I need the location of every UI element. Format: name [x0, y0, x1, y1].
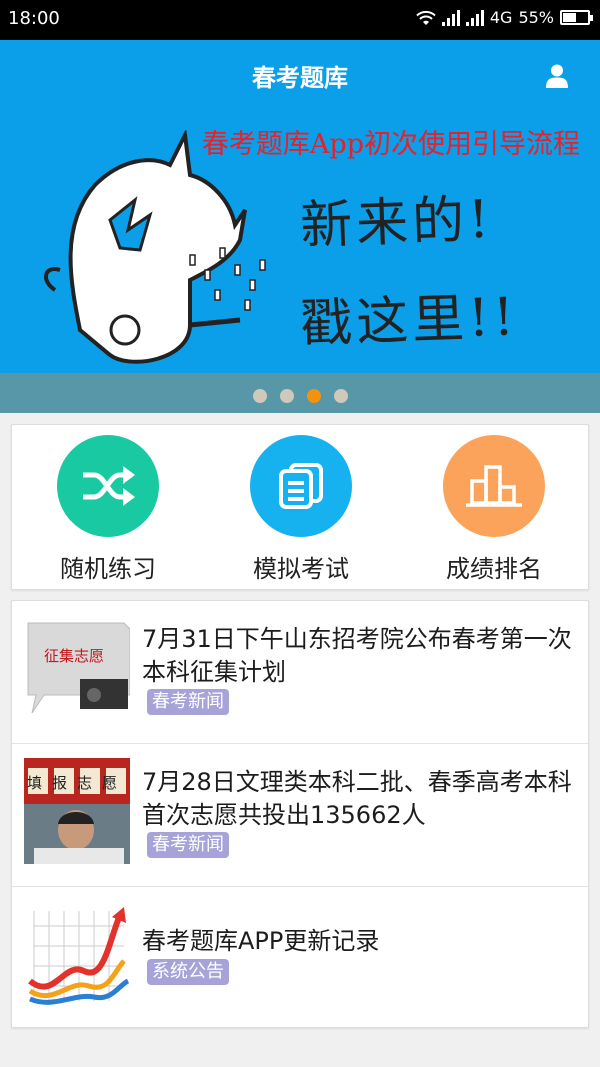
battery-percent: 55% — [518, 8, 554, 27]
cartoon-cat-illustration — [44, 130, 266, 364]
carousel-indicator-bar — [0, 373, 600, 413]
status-bar: 18:00 4G 55% — [0, 0, 600, 40]
thumb-text: 填报志愿 — [27, 774, 127, 792]
news-title: 7月31日下午山东招考院公布春考第一次本科征集计划 — [142, 625, 572, 686]
page-title: 春考题库 — [252, 64, 348, 92]
growth-chart-thumbnail — [24, 901, 130, 1007]
quick-actions-card: 随机练习 模拟考试 成绩排名 — [11, 424, 589, 590]
random-practice-circle — [57, 435, 159, 537]
signal-icon — [465, 9, 484, 26]
news-tag: 春考新闻 — [147, 832, 229, 858]
score-ranking-circle — [443, 435, 545, 537]
ranking-icon — [466, 465, 522, 507]
mock-exam-button[interactable]: 模拟考试 — [221, 435, 381, 584]
banner-headline: 新来的! — [299, 189, 495, 257]
list-item[interactable]: 春考题库APP更新记录 系统公告 — [12, 887, 590, 1030]
carousel-dots — [0, 389, 600, 403]
news-tag: 春考新闻 — [147, 689, 229, 715]
score-ranking-button[interactable]: 成绩排名 — [414, 435, 574, 584]
mock-exam-circle — [250, 435, 352, 537]
mock-exam-label: 模拟考试 — [253, 555, 349, 583]
app-bar: 春考题库 — [0, 40, 600, 110]
news-tag: 系统公告 — [147, 959, 229, 985]
paper-stack-icon — [279, 463, 323, 509]
carousel-dot[interactable] — [279, 389, 294, 403]
user-icon[interactable] — [546, 64, 568, 88]
banner-carousel[interactable]: 春考题库App初次使用引导流程 新来的! 戳这里!! — [0, 110, 600, 373]
list-item[interactable]: 征集志愿 7月31日下午山东招考院公布春考第一次本科征集计划 春考新闻 — [12, 601, 590, 744]
status-indicators: 4G 55% — [416, 8, 593, 27]
news-thumbnail: 填报志愿 — [24, 758, 130, 864]
wifi-icon — [416, 10, 436, 25]
news-title: 春考题库APP更新记录 — [142, 927, 380, 955]
signal-icon — [441, 9, 460, 26]
battery-icon — [560, 10, 593, 25]
random-practice-label: 随机练习 — [60, 555, 156, 583]
news-thumbnail: 征集志愿 — [24, 615, 130, 721]
carousel-dot[interactable] — [306, 389, 321, 403]
news-list: 征集志愿 7月31日下午山东招考院公布春考第一次本科征集计划 春考新闻 填报志愿… — [11, 600, 590, 1030]
banner-subheadline: 戳这里!! — [299, 287, 519, 355]
thumb-text: 征集志愿 — [44, 647, 104, 665]
score-ranking-label: 成绩排名 — [446, 555, 542, 583]
random-practice-button[interactable]: 随机练习 — [28, 435, 188, 584]
shuffle-icon — [83, 466, 135, 506]
status-time: 18:00 — [8, 8, 60, 29]
list-item[interactable]: 填报志愿 7月28日文理类本科二批、春季高考本科首次志愿共投出135662人 春… — [12, 744, 590, 887]
network-type: 4G — [489, 8, 513, 27]
carousel-dot[interactable] — [333, 389, 348, 403]
banner-caption: 春考题库App初次使用引导流程 — [201, 129, 580, 160]
news-title: 7月28日文理类本科二批、春季高考本科首次志愿共投出135662人 — [142, 768, 572, 829]
carousel-dot[interactable] — [252, 389, 267, 403]
